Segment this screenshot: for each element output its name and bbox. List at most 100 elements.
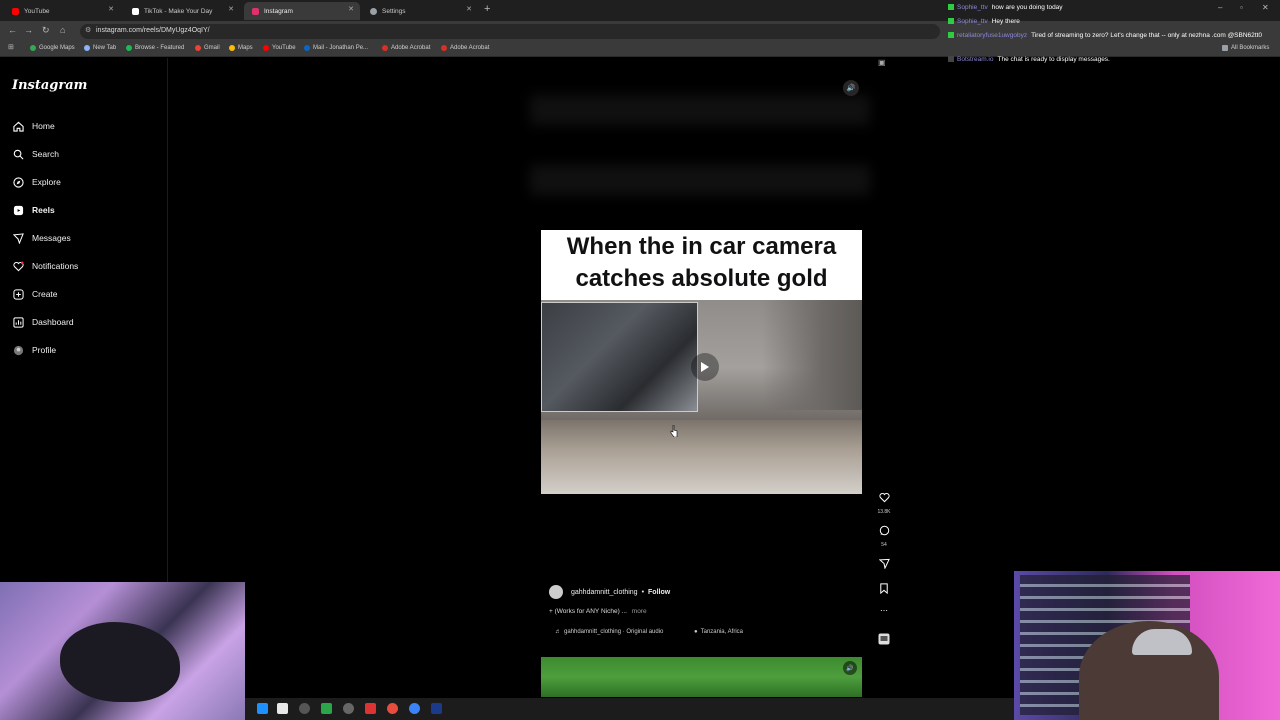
youtube-icon xyxy=(263,45,269,51)
nav-profile[interactable]: Profile xyxy=(12,344,56,356)
share-button[interactable] xyxy=(874,556,894,574)
browser-icon[interactable] xyxy=(409,703,420,714)
nav-dashboard[interactable]: Dashboard xyxy=(12,316,74,328)
original-audio-thumbnail[interactable] xyxy=(874,632,894,650)
nav-notifications[interactable]: Notifications xyxy=(12,260,78,272)
bookmark-item[interactable]: Gmail xyxy=(195,45,220,51)
gmail-icon xyxy=(195,45,201,51)
folder-icon[interactable] xyxy=(277,703,288,714)
site-info-icon[interactable]: ⚙ xyxy=(85,26,91,34)
bookmark-item[interactable]: Mail - Jonathan Pe... xyxy=(304,45,368,51)
comment-button[interactable]: 54 xyxy=(874,523,894,548)
bookmark-item[interactable]: New Tab xyxy=(84,45,116,51)
recording-icon[interactable] xyxy=(365,703,376,714)
messenger-icon xyxy=(12,232,24,244)
instagram-logo[interactable]: Instagram xyxy=(12,78,87,93)
globe-icon xyxy=(84,45,90,51)
video-trees xyxy=(762,300,862,410)
nav-label: Profile xyxy=(32,345,57,355)
chat-text: Tired of streaming to zero? Let's change… xyxy=(1031,32,1262,39)
audio-track-icon[interactable]: ▣ xyxy=(878,58,886,67)
location-pin-icon: ● xyxy=(694,629,698,635)
save-button[interactable] xyxy=(874,581,894,599)
bookmark-item[interactable]: Browse - Featured xyxy=(126,45,184,51)
spotify-icon xyxy=(126,45,132,51)
bookmark-item[interactable]: Adobe Acrobat xyxy=(382,45,430,51)
reels-icon xyxy=(12,204,24,216)
nav-create[interactable]: Create xyxy=(12,288,58,300)
nav-label: Reels xyxy=(32,205,55,215)
bookmark-item[interactable]: Adobe Acrobat xyxy=(441,45,489,51)
bookmark-label: YouTube xyxy=(272,45,296,51)
like-count: 13.8K xyxy=(877,509,891,515)
bookmark-label: Google Maps xyxy=(39,45,75,51)
audio-thumbnail-icon xyxy=(878,633,890,645)
settings-icon[interactable] xyxy=(343,703,354,714)
nav-home[interactable]: Home xyxy=(12,120,55,132)
bookmark-label: Mail - Jonathan Pe... xyxy=(313,45,369,51)
home-browser-icon[interactable]: ⌂ xyxy=(60,25,65,35)
maps-icon xyxy=(229,45,235,51)
bookmark-item[interactable]: Maps xyxy=(229,45,253,51)
blurred-previous-reel xyxy=(530,165,870,195)
chrome-icon[interactable] xyxy=(387,703,398,714)
chat-message: Sophie_ttv Hey there xyxy=(948,18,1020,25)
description-text: + (Works for ANY Niche) ... xyxy=(549,608,627,615)
avatar[interactable] xyxy=(549,585,563,599)
heart-icon xyxy=(878,493,890,503)
play-media-icon[interactable] xyxy=(299,703,310,714)
new-tab-button[interactable]: + xyxy=(484,3,490,15)
back-icon[interactable]: ← xyxy=(8,25,17,35)
hand-cursor-icon xyxy=(670,425,678,437)
close-icon[interactable]: ✕ xyxy=(108,5,114,13)
close-icon[interactable]: ✕ xyxy=(466,5,472,13)
bookmark-item[interactable]: YouTube xyxy=(263,45,296,51)
chat-username: retaliatoryfuse1uwgobyz xyxy=(957,32,1028,39)
reel-video[interactable]: When the in car camera catches absolute … xyxy=(541,230,862,494)
bookmark-item[interactable]: Google Maps xyxy=(30,45,75,51)
nav-explore[interactable]: Explore xyxy=(12,176,61,188)
tab-label: Settings xyxy=(382,7,406,15)
outlook-icon[interactable] xyxy=(257,703,268,714)
like-button[interactable]: 13.8K xyxy=(874,490,894,515)
compass-icon xyxy=(12,176,24,188)
more-link[interactable]: more xyxy=(632,608,647,615)
nav-messages[interactable]: Messages xyxy=(12,232,71,244)
tab-instagram[interactable]: Instagram ✕ xyxy=(244,2,360,20)
nav-reels[interactable]: Reels xyxy=(12,204,55,216)
reload-icon[interactable]: ↻ xyxy=(42,25,50,36)
close-icon[interactable]: ✕ xyxy=(348,5,354,13)
forward-icon[interactable]: → xyxy=(24,25,33,35)
address-bar[interactable]: ⚙ instagram.com/reels/DMyUgz4OqIY/ xyxy=(80,24,940,39)
app-icon[interactable] xyxy=(321,703,332,714)
nav-search[interactable]: Search xyxy=(12,148,59,160)
more-options-icon[interactable]: ⋯ xyxy=(874,606,894,615)
comment-icon xyxy=(879,525,889,536)
search-icon xyxy=(12,148,24,160)
separator-dot: • xyxy=(641,588,645,596)
close-icon[interactable]: ✕ xyxy=(228,5,234,13)
mute-icon[interactable]: 🔊 xyxy=(843,661,857,675)
gear-icon xyxy=(370,7,377,15)
lightroom-icon[interactable] xyxy=(431,703,442,714)
plus-icon xyxy=(12,288,24,300)
next-reel-preview[interactable] xyxy=(541,657,862,697)
acrobat-icon xyxy=(441,45,447,51)
tab-youtube[interactable]: YouTube ✕ xyxy=(4,2,120,20)
webcam-overlay-right xyxy=(1014,571,1280,720)
mute-icon[interactable]: 🔊 xyxy=(843,80,859,96)
author-username[interactable]: gahhdamnitt_clothing xyxy=(571,589,638,596)
tab-tiktok[interactable]: TikTok - Make Your Day ✕ xyxy=(124,2,240,20)
video-road xyxy=(541,420,862,494)
caption-line: catches absolute gold xyxy=(575,265,828,292)
music-note-icon: ♬ xyxy=(555,629,561,635)
location-link[interactable]: ● Tanzania, Africa xyxy=(694,629,743,635)
follow-button[interactable]: Follow xyxy=(648,589,670,596)
url-text: instagram.com/reels/DMyUgz4OqIY/ xyxy=(96,27,210,34)
audio-link[interactable]: ♬ gahhdamnitt_clothing · Original audio xyxy=(555,629,663,635)
stream-chat-overlay: Sophie_ttv how are you doing today Sophie… xyxy=(948,0,1280,70)
play-icon[interactable] xyxy=(691,353,719,381)
tab-settings[interactable]: Settings ✕ xyxy=(362,2,478,20)
apps-icon[interactable]: ⊞ xyxy=(8,43,14,51)
nav-label: Create xyxy=(32,289,58,299)
